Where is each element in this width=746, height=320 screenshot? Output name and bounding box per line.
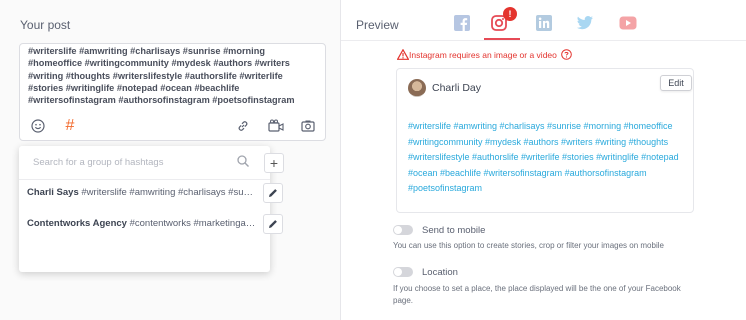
post-composer[interactable]: #writerslife #amwriting #charlisays #sun… [19,43,326,141]
warning-message: Instagram requires an image or a video [409,49,557,60]
hashtag-search-input[interactable]: Search for a group of hashtags [33,157,163,168]
send-to-mobile-toggle[interactable] [393,225,413,235]
instagram-warning: Instagram requires an image or a video [397,49,572,60]
alert-badge: ! [503,7,517,21]
preview-post-text: #writerslife #amwriting #charlisays #sun… [408,121,679,193]
link-icon[interactable] [233,116,253,136]
pane-divider [340,0,341,320]
tab-youtube[interactable] [614,8,642,38]
tab-facebook[interactable] [448,8,476,38]
your-post-title: Your post [20,18,71,32]
composer-toolbar: # [20,114,325,138]
edit-hashtag-group-button[interactable] [263,183,283,203]
hashtag-group-row[interactable]: Charli Says #writerslife #amwriting #cha… [27,183,263,203]
location-row: Location [393,265,458,279]
hashtag-icon[interactable]: # [60,116,80,136]
hashtag-group-name: Contentworks Agency [27,218,127,229]
search-icon[interactable] [236,154,252,170]
warning-triangle-icon [397,49,409,60]
pencil-icon [269,220,277,228]
smiley-icon[interactable] [28,116,48,136]
post-text-input[interactable]: #writerslife #amwriting #charlisays #sun… [28,45,320,106]
hashtag-group-row[interactable]: Contentworks Agency #contentworks #marke… [27,214,263,234]
add-hashtag-group-button[interactable]: + [264,153,284,173]
video-camera-icon[interactable] [266,116,286,136]
edit-button[interactable]: Edit [660,75,692,91]
instagram-post-preview: Charli Day Edit #writerslife #amwriting … [396,68,694,213]
hashtag-group-dropdown: Search for a group of hashtags + Charli … [19,146,284,272]
tab-twitter[interactable] [571,8,599,38]
avatar [408,79,426,97]
help-icon[interactable] [561,49,572,60]
camera-icon[interactable] [298,116,318,136]
twitter-icon [577,16,593,30]
send-to-mobile-label: Send to mobile [422,224,486,236]
edit-hashtag-group-button[interactable] [263,214,283,234]
send-to-mobile-row: Send to mobile [393,223,485,237]
linkedin-icon [536,15,552,31]
hashtag-group-tags: #contentworks #marketinga… [129,218,256,229]
author-name: Charli Day [432,82,482,94]
pencil-icon [269,189,277,197]
hashtag-group-tags: #writerslife #amwriting #charlisays #su… [81,187,253,198]
dropdown-divider [19,179,270,180]
location-label: Location [422,266,458,278]
tabs-border [341,40,746,41]
active-tab-indicator [484,38,520,40]
hashtag-group-name: Charli Says [27,187,79,198]
location-help: If you choose to set a place, the place … [393,284,681,305]
location-toggle[interactable] [393,267,413,277]
facebook-icon [454,15,470,31]
youtube-icon [619,16,637,30]
tab-linkedin[interactable] [530,8,558,38]
preview-title: Preview [356,18,399,32]
send-to-mobile-help: You can use this option to create storie… [393,241,664,250]
